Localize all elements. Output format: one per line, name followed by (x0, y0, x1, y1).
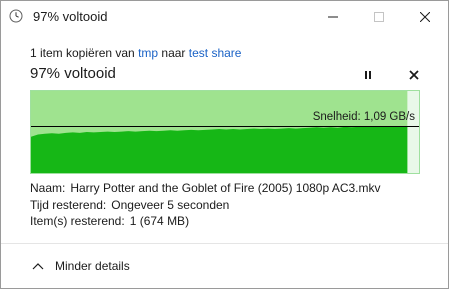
copy-summary: 1 item kopiëren van tmp naar test share (30, 45, 241, 61)
dialog-footer: Minder details (1, 243, 448, 288)
source-folder-link[interactable]: tmp (138, 46, 158, 60)
maximize-icon (374, 11, 384, 22)
close-window-button[interactable] (402, 1, 448, 32)
close-icon (409, 70, 419, 80)
pause-icon (365, 71, 371, 79)
detail-time-value: Ongeveer 5 seconden (111, 197, 230, 212)
detail-name-key: Naam: (30, 181, 66, 195)
detail-row-name: Naam: Harry Potter and the Goblet of Fire… (30, 180, 381, 197)
window-title: 97% voltooid (33, 9, 108, 24)
detail-items-key: Item(s) resterend: (30, 214, 125, 228)
transfer-details: Naam: Harry Potter and the Goblet of Fire… (30, 180, 381, 230)
summary-middle: naar (158, 46, 189, 60)
detail-name-value: Harry Potter and the Goblet of Fire (200… (70, 181, 381, 195)
cancel-copy-button[interactable] (404, 65, 424, 85)
pause-button[interactable] (358, 65, 378, 85)
detail-row-items: Item(s) resterend: 1 (674 MB) (30, 213, 381, 230)
minimize-icon (328, 16, 338, 17)
detail-row-time: Tijd resterend: Ongeveer 5 seconden (30, 197, 381, 214)
clock-icon (9, 9, 23, 23)
maximize-button (356, 1, 402, 32)
progress-headline: 97% voltooid (30, 65, 116, 82)
close-icon (420, 11, 430, 22)
summary-prefix: 1 item kopiëren van (30, 46, 139, 60)
minimize-button[interactable] (310, 1, 356, 32)
copy-progress-dialog: 97% voltooid 1 item kopiëren van tmp naa… (0, 0, 449, 289)
less-details-label: Minder details (55, 259, 130, 273)
transfer-speed-graph: Snelheid: 1,09 GB/s (30, 90, 420, 174)
chevron-up-icon (31, 259, 45, 273)
speed-area (31, 126, 408, 173)
detail-time-key: Tijd resterend: (30, 197, 107, 212)
less-details-button[interactable]: Minder details (31, 258, 130, 274)
destination-folder-link[interactable]: test share (189, 46, 242, 60)
speed-label: Snelheid: 1,09 GB/s (312, 111, 415, 124)
speed-graph-svg (31, 91, 419, 173)
detail-items-value: 1 (674 MB) (129, 214, 190, 228)
title-bar: 97% voltooid (1, 1, 448, 32)
